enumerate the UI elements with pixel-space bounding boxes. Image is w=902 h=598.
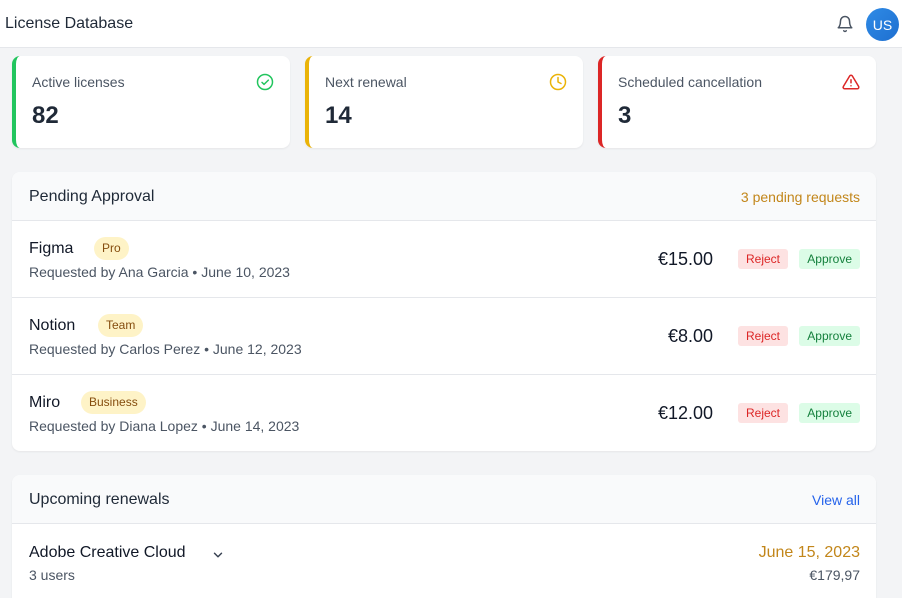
stat-card-next-renewal: Next renewal 14 — [305, 56, 583, 148]
license-price: €12.00 — [657, 403, 713, 423]
request-info: Requested by Carlos Perez • June 12, 202… — [29, 341, 302, 357]
top-bar: License Database US — [0, 0, 902, 48]
plan-badge: Pro — [94, 237, 129, 260]
alert-triangle-icon — [842, 74, 860, 90]
approve-button[interactable]: Approve — [799, 403, 860, 423]
view-all-link[interactable]: View all — [812, 492, 860, 508]
bell-icon[interactable] — [836, 15, 854, 33]
panel-header: Upcoming renewals View all — [12, 475, 876, 524]
pending-row-figma: Figma Pro Requested by Ana Garcia • June… — [12, 221, 876, 298]
panel-header: Pending Approval 3 pending requests — [12, 172, 876, 221]
pending-row-notion: Notion Team Requested by Carlos Perez • … — [12, 298, 876, 375]
renewal-date: June 15, 2023 — [758, 544, 860, 561]
app-title: License Database — [5, 15, 134, 32]
stat-value: 3 — [618, 102, 632, 129]
stat-card-active-licenses: Active licenses 82 — [12, 56, 290, 148]
stat-label: Active licenses — [32, 74, 125, 90]
clock-icon — [549, 73, 567, 91]
scrollbar[interactable] — [876, 48, 902, 598]
reject-button[interactable]: Reject — [737, 326, 788, 346]
reject-button[interactable]: Reject — [737, 403, 788, 423]
renewal-row-adobe[interactable]: Adobe Creative Cloud 3 users June 15, 20… — [12, 524, 876, 598]
request-info: Requested by Ana Garcia • June 10, 2023 — [29, 264, 290, 280]
renewal-users: 3 users — [29, 567, 75, 583]
plan-badge: Business — [81, 391, 146, 414]
request-info: Requested by Diana Lopez • June 14, 2023 — [29, 418, 300, 434]
license-price: €8.00 — [667, 326, 713, 346]
stat-value: 14 — [325, 102, 352, 129]
approve-button[interactable]: Approve — [799, 326, 860, 346]
panel-title: Pending Approval — [29, 188, 155, 205]
approve-button[interactable]: Approve — [799, 249, 860, 269]
license-name: Figma — [29, 240, 74, 257]
stat-card-scheduled-cancellation: Scheduled cancellation 3 — [598, 56, 876, 148]
pending-approval-panel: Pending Approval 3 pending requests Figm… — [12, 172, 876, 451]
license-name: Notion — [29, 317, 76, 334]
chevron-down-icon[interactable] — [211, 548, 225, 562]
stat-value: 82 — [32, 102, 59, 129]
reject-button[interactable]: Reject — [737, 249, 788, 269]
renewal-amount: €179,97 — [809, 567, 860, 583]
plan-badge: Team — [98, 314, 144, 337]
stat-label: Scheduled cancellation — [618, 74, 762, 90]
license-price: €15.00 — [657, 249, 713, 269]
pending-count: 3 pending requests — [740, 189, 860, 205]
check-circle-icon — [256, 73, 274, 91]
renewal-name: Adobe Creative Cloud — [29, 544, 186, 561]
pending-row-miro: Miro Business Requested by Diana Lopez •… — [12, 375, 876, 451]
avatar[interactable]: US — [866, 8, 899, 41]
stat-label: Next renewal — [325, 74, 407, 90]
upcoming-renewals-panel: Upcoming renewals View all Adobe Creativ… — [12, 475, 876, 598]
panel-title: Upcoming renewals — [29, 491, 170, 508]
license-name: Miro — [29, 394, 61, 411]
